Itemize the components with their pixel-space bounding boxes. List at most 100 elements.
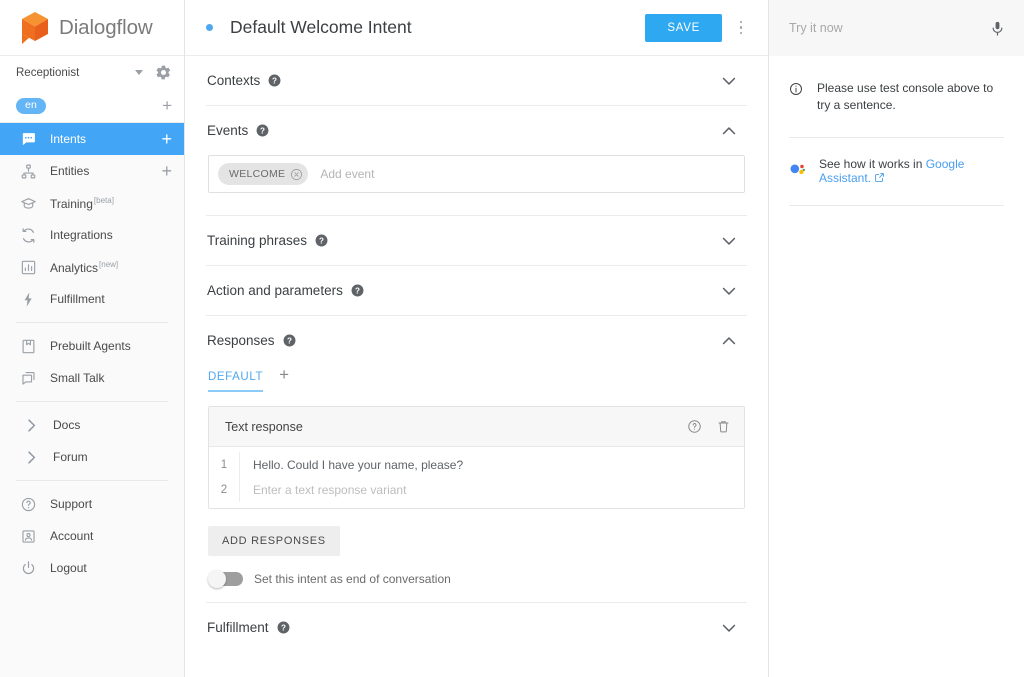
chevron-right-icon bbox=[28, 418, 36, 432]
add-language-button[interactable]: + bbox=[162, 97, 172, 114]
help-icon[interactable]: ? bbox=[268, 74, 281, 87]
chevron-up-icon[interactable] bbox=[719, 121, 739, 141]
add-entity-button[interactable]: + bbox=[161, 162, 172, 180]
chevron-down-icon[interactable] bbox=[719, 281, 739, 301]
help-icon[interactable]: ? bbox=[351, 284, 364, 297]
text-response-title: Text response bbox=[225, 419, 303, 434]
sidebar-item-analytics[interactable]: Analytics[new] bbox=[0, 251, 184, 283]
assistant-text: See how it works in Google Assistant. bbox=[819, 157, 1004, 185]
sidebar-item-forum[interactable]: Forum bbox=[0, 441, 184, 473]
agent-selector[interactable]: Receptionist bbox=[0, 56, 184, 89]
sidebar-item-integrations[interactable]: Integrations bbox=[0, 219, 184, 251]
external-link-icon[interactable] bbox=[874, 172, 885, 183]
add-response-platform-button[interactable]: + bbox=[279, 366, 289, 392]
sections-scroll[interactable]: Contexts ? Events ? WELCOME Add event Tr… bbox=[185, 56, 768, 677]
chevron-down-icon[interactable] bbox=[719, 71, 739, 91]
intent-header: Default Welcome Intent SAVE bbox=[185, 0, 768, 56]
sidebar-item-label: Account bbox=[50, 529, 94, 543]
section-training-phrases-header[interactable]: Training phrases ? bbox=[206, 216, 747, 265]
nav-divider bbox=[16, 480, 168, 481]
sidebar: Dialogflow Receptionist en + Intents + E… bbox=[0, 0, 185, 677]
try-it-now-row[interactable]: Try it now bbox=[769, 0, 1024, 56]
assistant-link-row: See how it works in Google Assistant. bbox=[789, 138, 1004, 205]
sidebar-item-docs[interactable]: Docs bbox=[0, 409, 184, 441]
sidebar-item-label: Forum bbox=[53, 450, 88, 464]
brand-name: Dialogflow bbox=[59, 15, 153, 39]
chevron-up-icon[interactable] bbox=[719, 331, 739, 351]
add-intent-button[interactable]: + bbox=[161, 130, 172, 148]
sidebar-item-prebuilt-agents[interactable]: Prebuilt Agents bbox=[0, 330, 184, 362]
help-icon[interactable]: ? bbox=[256, 124, 269, 137]
page-title: Default Welcome Intent bbox=[230, 17, 412, 37]
intent-editor: Default Welcome Intent SAVE Contexts ? E… bbox=[185, 0, 768, 677]
help-icon[interactable]: ? bbox=[283, 334, 296, 347]
section-title: Contexts bbox=[207, 73, 261, 88]
test-console-notice: Please use test console above to try a s… bbox=[789, 56, 1004, 137]
text-response-card-header: Text response bbox=[209, 407, 744, 447]
row-placeholder[interactable]: Enter a text response variant bbox=[240, 483, 406, 497]
info-icon bbox=[790, 83, 802, 95]
assistant-text-prefix: See how it works in bbox=[819, 156, 926, 171]
end-of-conversation-label: Set this intent as end of conversation bbox=[254, 572, 451, 586]
brand-logo[interactable]: Dialogflow bbox=[0, 0, 184, 56]
section-title: Events bbox=[207, 123, 249, 138]
row-value[interactable]: Hello. Could I have your name, please? bbox=[240, 458, 463, 472]
svg-text:?: ? bbox=[260, 126, 265, 135]
close-circle-icon[interactable] bbox=[290, 168, 303, 181]
section-responses-header[interactable]: Responses ? bbox=[206, 316, 747, 365]
sidebar-item-small-talk[interactable]: Small Talk bbox=[0, 362, 184, 394]
event-chip[interactable]: WELCOME bbox=[218, 163, 309, 185]
section-fulfillment-header[interactable]: Fulfillment ? bbox=[206, 603, 747, 652]
event-chip-label: WELCOME bbox=[229, 168, 286, 180]
nav-divider bbox=[16, 401, 168, 402]
tab-default[interactable]: DEFAULT bbox=[208, 371, 264, 392]
notice-text: Please use test console above to try a s… bbox=[817, 81, 994, 113]
microphone-icon[interactable] bbox=[989, 18, 1006, 39]
sidebar-item-label: Training[beta] bbox=[50, 195, 114, 211]
sidebar-item-training[interactable]: Training[beta] bbox=[0, 187, 184, 219]
section-events-header[interactable]: Events ? bbox=[206, 106, 747, 155]
text-response-row[interactable]: 2 Enter a text response variant bbox=[209, 477, 744, 502]
help-circle-icon bbox=[21, 497, 36, 511]
try-it-now-input[interactable]: Try it now bbox=[789, 21, 989, 35]
chevron-down-icon[interactable] bbox=[719, 618, 739, 638]
sidebar-item-label: Entities bbox=[50, 164, 90, 178]
bar-chart-icon bbox=[21, 260, 36, 274]
sidebar-item-label: Prebuilt Agents bbox=[50, 339, 131, 353]
add-responses-button[interactable]: ADD RESPONSES bbox=[208, 526, 340, 556]
trash-icon[interactable] bbox=[716, 419, 731, 434]
end-of-conversation-toggle[interactable] bbox=[208, 570, 243, 588]
sidebar-item-label: Intents bbox=[50, 132, 87, 146]
kebab-menu-icon[interactable] bbox=[730, 15, 752, 41]
save-button[interactable]: SAVE bbox=[645, 13, 722, 42]
text-response-rows: 1 Hello. Could I have your name, please?… bbox=[209, 447, 744, 508]
svg-text:?: ? bbox=[272, 76, 277, 85]
section-action-parameters-header[interactable]: Action and parameters ? bbox=[206, 266, 747, 315]
graduation-cap-icon bbox=[21, 197, 36, 209]
language-chip[interactable]: en bbox=[16, 97, 47, 114]
section-contexts-header[interactable]: Contexts ? bbox=[206, 56, 747, 105]
event-input[interactable]: WELCOME Add event bbox=[208, 155, 745, 193]
chevron-down-icon[interactable] bbox=[135, 70, 143, 75]
help-icon[interactable]: ? bbox=[277, 621, 290, 634]
help-circle-icon[interactable] bbox=[687, 419, 702, 434]
test-console-panel: Try it now Please use test console above… bbox=[768, 0, 1024, 677]
sidebar-item-logout[interactable]: Logout bbox=[0, 552, 184, 584]
panel-divider bbox=[789, 204, 1004, 206]
section-action-parameters: Action and parameters ? bbox=[206, 266, 747, 316]
sidebar-item-entities[interactable]: Entities + bbox=[0, 155, 184, 187]
help-icon[interactable]: ? bbox=[315, 234, 328, 247]
status-badge bbox=[206, 24, 213, 31]
row-number: 1 bbox=[209, 452, 240, 477]
chevron-down-icon[interactable] bbox=[719, 231, 739, 251]
sidebar-item-support[interactable]: Support bbox=[0, 488, 184, 520]
primary-nav: Intents + Entities + Training[beta] Inte… bbox=[0, 123, 184, 584]
sidebar-item-intents[interactable]: Intents + bbox=[0, 123, 184, 155]
end-of-conversation-row: Set this intent as end of conversation bbox=[208, 570, 745, 588]
text-response-row[interactable]: 1 Hello. Could I have your name, please? bbox=[209, 452, 744, 477]
language-row: en + bbox=[0, 89, 184, 123]
chat-bubble-icon bbox=[22, 132, 35, 145]
sidebar-item-fulfillment[interactable]: Fulfillment bbox=[0, 283, 184, 315]
sidebar-item-account[interactable]: Account bbox=[0, 520, 184, 552]
gear-icon[interactable] bbox=[155, 64, 172, 81]
